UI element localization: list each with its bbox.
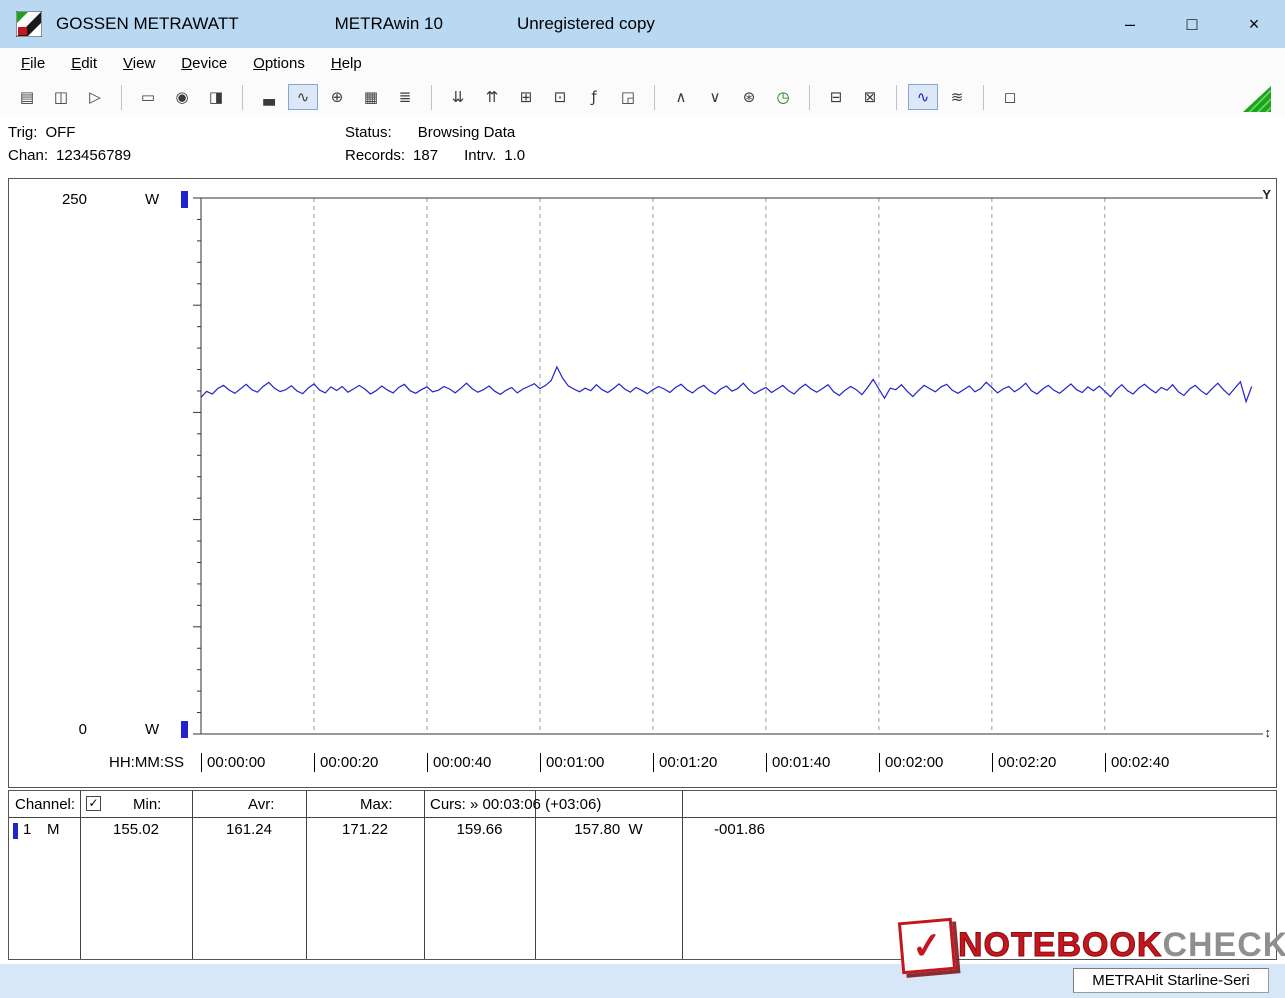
toolbar-separator xyxy=(121,84,122,110)
print-preview-button[interactable]: ⊟ xyxy=(821,84,851,110)
device-monitor-button[interactable]: ⊡ xyxy=(545,84,575,110)
status-label: Status: xyxy=(345,124,392,141)
channel-mode: M xyxy=(47,821,60,838)
menu-options[interactable]: Options xyxy=(240,51,318,76)
status-panel: Trig: OFF Chan: 123456789 Status: Browsing … xyxy=(0,116,1285,176)
trig-label: Trig: xyxy=(8,124,38,141)
zoom-reset-button[interactable]: ≋ xyxy=(942,84,972,110)
app-logo-icon xyxy=(16,11,42,37)
header-divider xyxy=(9,817,1276,818)
records-value: 187 xyxy=(413,147,439,164)
device-field: METRAHit Starline-Seri xyxy=(1073,968,1269,993)
formula-button[interactable]: ƒ xyxy=(579,84,609,110)
max-header: Max: xyxy=(360,796,393,813)
toolbar-separator xyxy=(431,84,432,110)
trig-value: OFF xyxy=(45,124,76,141)
cursor-a-value: 159.66 xyxy=(456,821,503,838)
status-bar: METRAHit Starline-Seri xyxy=(0,964,1285,998)
chart-panel: 250 W 0 W HH:MM:SS 00:00:00 00:00:20 00:00… xyxy=(8,178,1277,788)
toolbar-separator xyxy=(809,84,810,110)
menu-view[interactable]: View xyxy=(110,51,168,76)
product-title: METRAwin 10 xyxy=(334,14,443,33)
folder-open-button[interactable]: ▷ xyxy=(80,84,110,110)
minimize-button[interactable]: – xyxy=(1099,0,1161,48)
chan-label: Chan: xyxy=(8,147,49,164)
annotation-button[interactable]: ◻ xyxy=(995,84,1025,110)
intrv-label: Intrv. xyxy=(464,147,497,164)
copy-channel-button[interactable]: ⊛ xyxy=(734,84,764,110)
device-download-button[interactable]: ⇊ xyxy=(443,84,473,110)
open-button[interactable]: ▤ xyxy=(12,84,42,110)
table-view-button[interactable]: ▦ xyxy=(356,84,386,110)
cursor-header: Curs: » 00:03:06 (+03:06) xyxy=(430,796,602,813)
save-button[interactable]: ◫ xyxy=(46,84,76,110)
keyboard-button[interactable]: ▃ xyxy=(254,84,284,110)
crosshair-view-button[interactable]: ⊕ xyxy=(322,84,352,110)
menu-device[interactable]: Device xyxy=(168,51,240,76)
cut-start-button[interactable]: ∧ xyxy=(666,84,696,110)
channel-number: 1 xyxy=(23,821,32,838)
min-value: 155.02 xyxy=(113,821,159,838)
records-status: Records: 187 Intrv. 1.0 xyxy=(345,147,525,164)
channel-row-marker xyxy=(13,823,18,839)
status-value: Browsing Data xyxy=(417,124,516,141)
zoom-curve-button[interactable]: ∿ xyxy=(908,84,938,110)
close-button[interactable]: × xyxy=(1223,0,1285,48)
min-header: Min: xyxy=(133,796,162,813)
chart-plot-svg[interactable] xyxy=(9,179,1276,787)
channel-status: Chan: 123456789 xyxy=(8,147,131,164)
print-button[interactable]: ⊠ xyxy=(855,84,885,110)
cut-end-button[interactable]: ∨ xyxy=(700,84,730,110)
toolbar-separator xyxy=(242,84,243,110)
trigger-status: Trig: OFF xyxy=(8,124,75,141)
channel-header: Channel: xyxy=(15,796,76,813)
chan-value: 123456789 xyxy=(56,147,132,164)
toolbar-separator xyxy=(896,84,897,110)
avr-header: Avr: xyxy=(248,796,275,813)
maximize-button[interactable]: □ xyxy=(1161,0,1223,48)
export-data-button[interactable]: ◨ xyxy=(201,84,231,110)
y-axis-scroll-icon[interactable]: ↕ xyxy=(1265,725,1272,740)
window-controls: – □ × xyxy=(1099,0,1285,48)
browse-status: Status: Browsing Data xyxy=(345,124,515,141)
menu-help[interactable]: Help xyxy=(318,51,375,76)
cursor-b-unit: W xyxy=(628,821,643,838)
statistics-panel: Channel: ✓ Min: Avr: Max: Curs: » 00:03:… xyxy=(8,790,1277,960)
device-memory-button[interactable]: ◲ xyxy=(613,84,643,110)
y-axis-zoom-icon[interactable]: Y xyxy=(1262,187,1271,202)
line-chart-view-button[interactable]: ∿ xyxy=(288,84,318,110)
cursor-b-number: 157.80 xyxy=(574,821,621,838)
channel-visible-checkbox[interactable]: ✓ xyxy=(86,796,101,811)
intrv-value: 1.0 xyxy=(504,147,526,164)
delta-value: -001.86 xyxy=(714,821,765,838)
toolbar-separator xyxy=(983,84,984,110)
avr-value: 161.24 xyxy=(226,821,272,838)
export-text-button[interactable]: ▭ xyxy=(133,84,163,110)
toolbar: ▤ ◫ ▷ ▭ ◉ ◨ ▃ ∿ ⊕ ▦ ≣ ⇊ ⇈ ⊞ ⊡ ƒ ◲ ∧ ∨ ⊛ ◷ ⊟ ⊠ ∿ ≋ ◻ xyxy=(0,78,1285,116)
app-title: GOSSEN METRAWATT xyxy=(56,14,239,33)
histogram-view-button[interactable]: ≣ xyxy=(390,84,420,110)
license-note: Unregistered copy xyxy=(516,14,655,33)
timer-button[interactable]: ◷ xyxy=(768,84,798,110)
device-config-button[interactable]: ⊞ xyxy=(511,84,541,110)
cursor-b-value: 157.80 W xyxy=(535,821,682,838)
max-value: 171.22 xyxy=(342,821,388,838)
toolbar-separator xyxy=(654,84,655,110)
menubar: File Edit View Device Options Help xyxy=(0,48,1285,78)
records-label: Records: xyxy=(345,147,406,164)
menu-file[interactable]: File xyxy=(8,51,58,76)
snapshot-button[interactable]: ◉ xyxy=(167,84,197,110)
title-bar: GOSSEN METRAWATT METRAwin 10 Unregistere… xyxy=(0,0,1285,48)
device-upload-button[interactable]: ⇈ xyxy=(477,84,507,110)
menu-edit[interactable]: Edit xyxy=(58,51,110,76)
